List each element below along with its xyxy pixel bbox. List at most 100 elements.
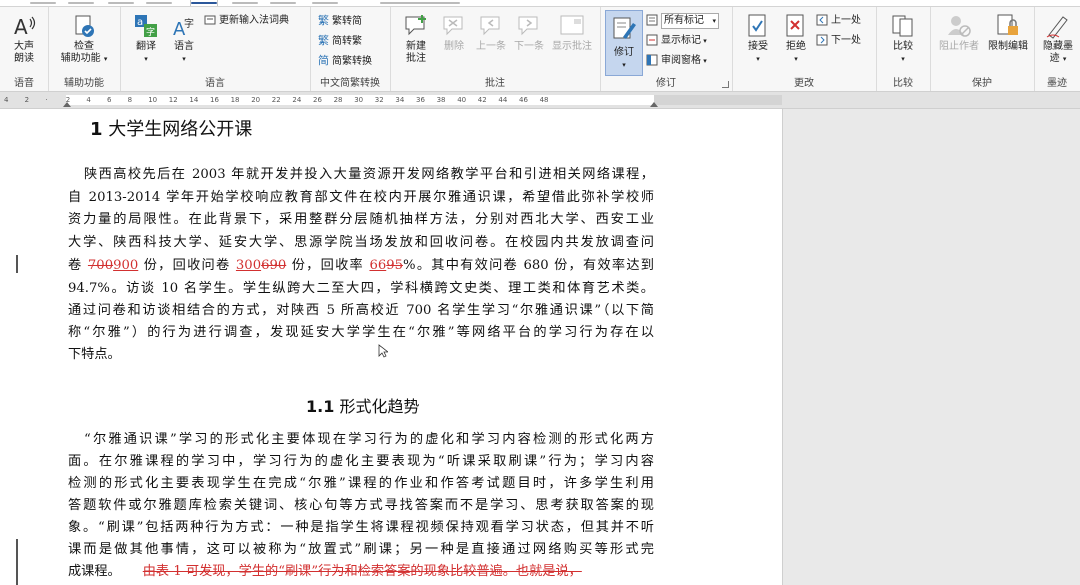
restrict-editing-label: 限制编辑 xyxy=(988,41,1028,52)
tab-help[interactable] xyxy=(270,0,296,6)
ruler-tick-label: 22 xyxy=(271,96,281,104)
markup-view-icon xyxy=(646,14,658,26)
reject-change-button[interactable]: 拒绝 ▾ xyxy=(778,13,814,65)
simp-to-trad-label: 简转繁 xyxy=(332,36,362,47)
trad-to-simp-button[interactable]: 繁繁转简 xyxy=(318,13,362,29)
next-comment-button[interactable]: 下一条 xyxy=(510,13,548,53)
dropdown-arrow-icon: ▾ xyxy=(182,55,186,63)
next-change-button[interactable]: 下一处 xyxy=(816,33,861,49)
paragraph-line: 称“尔雅”）的行为进行调查，发现延安大学学生在“尔雅”等网络平台的学习行为存在以 xyxy=(68,325,654,340)
language-button[interactable]: A字 语言 ▾ xyxy=(166,13,202,65)
group-label-comments: 批注 xyxy=(485,78,505,89)
text-run: %。其中有效问卷 680 份，有效率达到 xyxy=(403,258,654,273)
check-accessibility-button[interactable]: 检查 辅助功能 ▾ xyxy=(56,13,112,65)
restrict-editing-icon xyxy=(997,14,1018,35)
show-markup-button[interactable]: 显示标记 ▾ xyxy=(646,33,707,49)
simp-to-trad-button[interactable]: 繁简转繁 xyxy=(318,33,362,49)
ruler-tick-label: 18 xyxy=(230,96,240,104)
group-label-chinese-conversion: 中文简繁转换 xyxy=(320,78,380,89)
right-indent-marker[interactable] xyxy=(650,102,658,107)
dropdown-arrow-icon: ▾ xyxy=(1062,55,1067,63)
tracking-options-launcher[interactable] xyxy=(722,81,729,88)
restrict-editing-button[interactable]: 限制编辑 xyxy=(984,13,1032,53)
ruler-tick-label: 4 xyxy=(86,96,91,104)
ruler-tick-label: 12 xyxy=(168,96,178,104)
accept-icon xyxy=(748,14,766,37)
group-speech: A 大声 朗读 语音 xyxy=(0,7,49,91)
tab-addins[interactable] xyxy=(312,0,338,6)
heading-1-number: 1 xyxy=(90,119,103,140)
svg-text:字: 字 xyxy=(146,26,155,38)
group-comments: 新建 批注 删除 上一条 下一条 显示批注 批注 xyxy=(390,7,601,91)
update-ime-label: 更新输入法词典 xyxy=(219,15,289,26)
group-compare: 比较 ▾ 比较 xyxy=(876,7,931,91)
ribbon-tab-bar xyxy=(0,0,1080,7)
deleted-text: 95 xyxy=(386,258,404,273)
deleted-text: 690 xyxy=(261,258,287,273)
group-tracking: 修订 ▾ 所有标记 ▾ 显示标记 ▾ 审阅窗格 ▾ 修订 xyxy=(600,7,733,91)
next-change-icon xyxy=(816,34,828,46)
tab-design[interactable] xyxy=(30,0,56,6)
ribbon: A 大声 朗读 语音 检查 辅助功能 ▾ 辅助功能 a字 翻译 ▾ A字 语言 … xyxy=(0,7,1080,92)
left-indent-marker[interactable] xyxy=(63,102,71,107)
translate-button[interactable]: a字 翻译 ▾ xyxy=(128,13,164,65)
track-changes-label: 修订 xyxy=(614,47,634,58)
new-comment-button[interactable]: 新建 批注 xyxy=(396,13,436,65)
accept-change-button[interactable]: 接受 ▾ xyxy=(740,13,776,65)
previous-comment-button[interactable]: 上一条 xyxy=(472,13,510,53)
previous-change-button[interactable]: 上一处 xyxy=(816,13,861,29)
markup-view-select[interactable]: 所有标记 ▾ xyxy=(646,13,719,29)
hide-ink-button[interactable]: 隐藏墨 迹 ▾ xyxy=(1036,13,1080,65)
deleted-text: 由表 1 可发现，学生的“刷课”行为和检索答案的现象比较普遍。也就是说， xyxy=(142,564,582,579)
next-comment-label: 下一条 xyxy=(514,41,544,52)
new-comment-label: 新建 批注 xyxy=(406,41,426,64)
show-comments-button[interactable]: 显示批注 xyxy=(548,13,596,53)
text-run: 卷 xyxy=(68,258,88,273)
group-label-protect: 保护 xyxy=(972,78,992,89)
paragraph-line: 大学、陕西科技大学、延安大学、思源学院当场发放和回收问卷。在校园内共发放调查问 xyxy=(68,235,654,250)
tab-view[interactable] xyxy=(232,0,258,6)
group-label-speech: 语音 xyxy=(14,78,34,89)
track-changes-button[interactable]: 修订 ▾ xyxy=(605,10,643,76)
paragraph-line: 课而是做其他事情，这可以被称为“放置式”刷课；另一种是直接通过网络购买等形式完 xyxy=(68,542,654,557)
compare-button[interactable]: 比较 ▾ xyxy=(884,13,922,65)
tab-mailings[interactable] xyxy=(146,0,172,6)
update-ime-dictionary-button[interactable]: 更新输入法词典 xyxy=(204,13,289,29)
reject-icon xyxy=(786,14,804,37)
tell-me-box[interactable] xyxy=(380,0,460,6)
markup-view-value[interactable]: 所有标记 ▾ xyxy=(661,13,719,29)
ruler-tick-label: 10 xyxy=(148,96,158,104)
document-page[interactable]: 1 大学生网络公开课 陕西高校先后在 2003 年就开发并投入大量资源开发网络教… xyxy=(0,109,783,585)
heading-2-text: 形式化趋势 xyxy=(339,397,420,416)
change-bar xyxy=(16,255,18,273)
horizontal-ruler[interactable]: 4 2 · 2 4 6 8 10 12 14 16 18 20 22 24 26 28 30 32 34 36 38 40 4… xyxy=(0,92,1080,109)
group-label-accessibility: 辅助功能 xyxy=(64,78,104,89)
read-aloud-button[interactable]: A 大声 朗读 xyxy=(6,13,42,65)
group-protect: 阻止作者 限制编辑 保护 xyxy=(930,7,1035,91)
svg-text:字: 字 xyxy=(184,17,194,30)
delete-comment-button[interactable]: 删除 xyxy=(436,13,472,53)
block-authors-button[interactable]: 阻止作者 xyxy=(934,13,984,53)
ruler-tick-label: 28 xyxy=(333,96,343,104)
dropdown-arrow-icon: ▾ xyxy=(701,57,707,65)
next-change-label: 下一处 xyxy=(831,35,861,46)
tab-review[interactable] xyxy=(190,0,218,6)
conversion-icon: 简 xyxy=(318,54,329,67)
trad-to-simp-label: 繁转简 xyxy=(332,16,362,27)
ruler-tick-label: 38 xyxy=(436,96,446,104)
block-authors-label: 阻止作者 xyxy=(939,41,979,52)
paragraph-line: 答题软件或尔雅题库检索关键词、核心句等方式寻找答案而不是学习、思考获取答案的现 xyxy=(68,498,654,513)
tab-layout[interactable] xyxy=(68,0,94,6)
dropdown-arrow-icon: ▾ xyxy=(756,55,760,63)
chinese-conversion-label: 简繁转换 xyxy=(332,56,372,67)
group-label-tracking: 修订 xyxy=(656,78,676,89)
group-label-changes: 更改 xyxy=(794,78,814,89)
ruler-tick-label: 34 xyxy=(395,96,405,104)
markup-view-text: 所有标记 xyxy=(664,15,704,26)
chinese-conversion-button[interactable]: 简简繁转换 xyxy=(318,53,372,69)
review-pane-button[interactable]: 审阅窗格 ▾ xyxy=(646,53,707,69)
dropdown-arrow-icon: ▾ xyxy=(622,61,626,69)
delete-comment-icon xyxy=(443,16,463,36)
group-changes: 接受 ▾ 拒绝 ▾ 上一处 下一处 更改 xyxy=(732,7,877,91)
tab-references[interactable] xyxy=(108,0,134,6)
